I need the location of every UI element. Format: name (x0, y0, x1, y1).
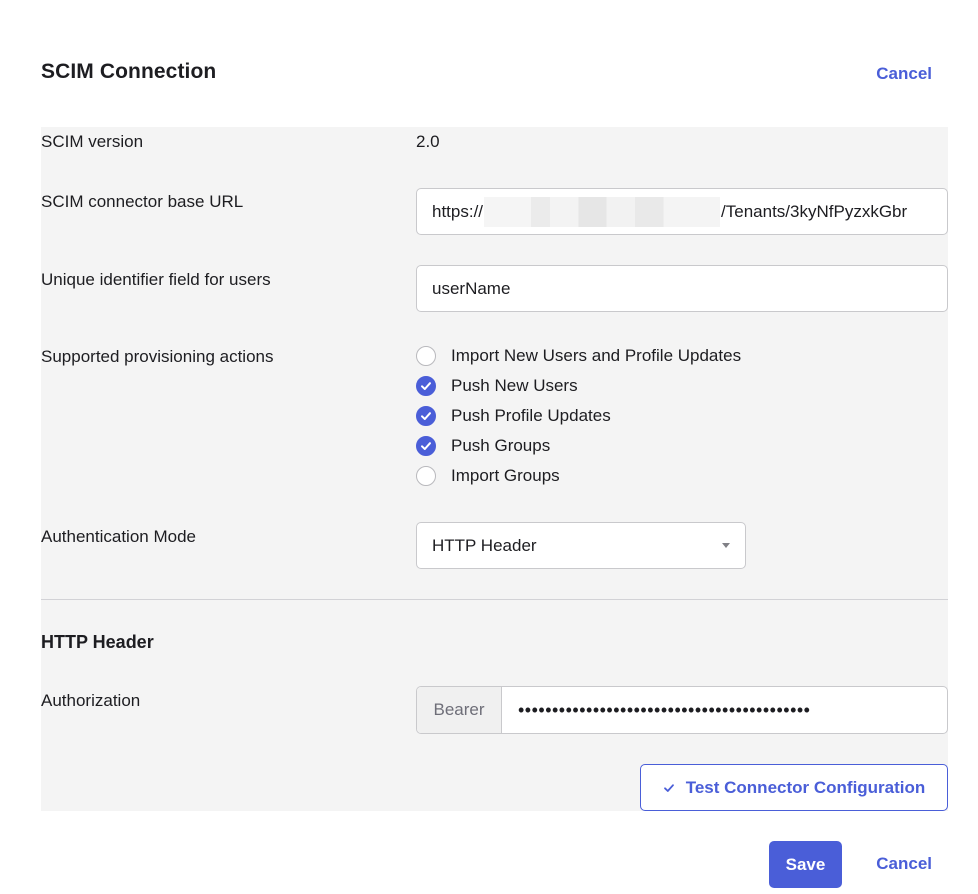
checkbox-label: Push Groups (451, 436, 551, 455)
redacted-region (484, 196, 721, 227)
scim-version-value: 2.0 (416, 132, 440, 151)
checkbox-unchecked-icon[interactable] (416, 346, 436, 366)
checkbox-push-profile-updates[interactable]: Push Profile Updates (416, 406, 611, 426)
base-url-suffix: /Tenants/3kyNfPyzxkGbr (721, 201, 908, 221)
checkbox-import-groups[interactable]: Import Groups (416, 466, 560, 486)
checkbox-label: Import Groups (451, 466, 560, 485)
checkbox-label: Import New Users and Profile Updates (451, 346, 742, 365)
cancel-link-bottom[interactable]: Cancel (876, 854, 932, 874)
http-header-heading: HTTP Header (41, 632, 154, 652)
checkbox-label: Push New Users (451, 376, 578, 395)
checkbox-push-groups[interactable]: Push Groups (416, 436, 550, 456)
test-connector-button[interactable]: Test Connector Configuration (640, 764, 948, 811)
unique-id-input[interactable]: userName (416, 265, 948, 312)
unique-id-label: Unique identifier field for users (41, 270, 271, 289)
checkbox-label: Push Profile Updates (451, 406, 611, 425)
unique-id-value: userName (432, 278, 511, 298)
auth-mode-select[interactable]: HTTP Header (416, 522, 746, 569)
provisioning-label: Supported provisioning actions (41, 347, 274, 366)
checkmark-icon[interactable] (416, 376, 436, 396)
authorization-label: Authorization (41, 691, 141, 710)
base-url-prefix: https:// (432, 201, 484, 221)
checkbox-import-new-users[interactable]: Import New Users and Profile Updates (416, 346, 741, 366)
checkmark-icon[interactable] (416, 406, 436, 426)
chevron-down-icon (722, 543, 730, 548)
bearer-prefix: Bearer (417, 687, 502, 733)
auth-mode-value: HTTP Header (432, 535, 537, 555)
checkmark-icon[interactable] (416, 436, 436, 456)
checkbox-unchecked-icon[interactable] (416, 466, 436, 486)
test-connector-label: Test Connector Configuration (685, 777, 926, 797)
base-url-label: SCIM connector base URL (41, 192, 244, 211)
authorization-token-input[interactable]: ••••••••••••••••••••••••••••••••••••••••… (502, 687, 947, 733)
check-icon (663, 783, 674, 792)
page-title: SCIM Connection (41, 60, 217, 83)
checkbox-push-new-users[interactable]: Push New Users (416, 376, 578, 396)
auth-mode-label: Authentication Mode (41, 527, 196, 546)
scim-version-label: SCIM version (41, 132, 144, 151)
section-divider (41, 599, 948, 600)
authorization-field: Bearer •••••••••••••••••••••••••••••••••… (416, 686, 948, 734)
save-button[interactable]: Save (769, 841, 842, 888)
cancel-link-top[interactable]: Cancel (876, 64, 932, 84)
base-url-input[interactable]: https:// /Tenants/3kyNfPyzxkGbr (416, 188, 948, 235)
